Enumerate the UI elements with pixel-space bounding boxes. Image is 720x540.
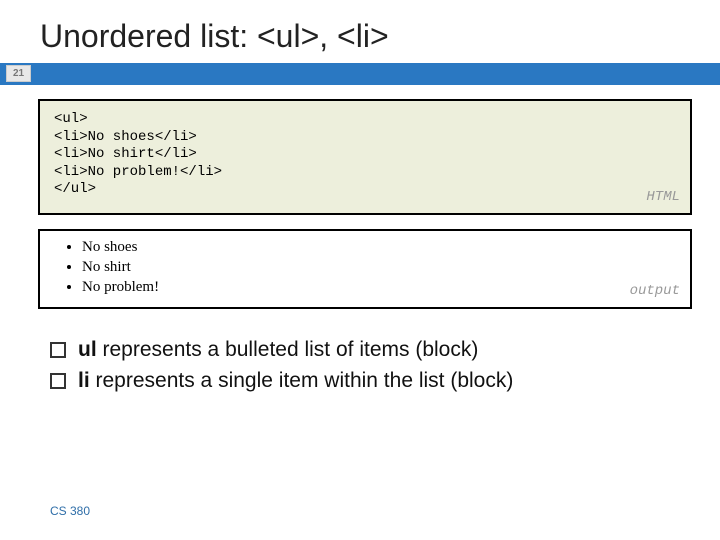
notes-section: ul represents a bulleted list of items (… — [50, 335, 692, 396]
list-item: No shoes — [82, 237, 676, 257]
code-box-label: HTML — [646, 189, 680, 205]
output-box-label: output — [630, 283, 680, 299]
note-text-2: li represents a single item within the l… — [78, 366, 513, 396]
list-item: No shirt — [82, 257, 676, 277]
slide-title: Unordered list: <ul>, <li> — [0, 0, 720, 63]
accent-bar: 21 — [0, 63, 720, 85]
code-box: <ul> <li>No shoes</li> <li>No shirt</li>… — [38, 99, 692, 215]
output-box: No shoes No shirt No problem! output — [38, 229, 692, 310]
note-line-1: ul represents a bulleted list of items (… — [50, 335, 692, 365]
output-list: No shoes No shirt No problem! — [54, 237, 676, 298]
square-bullet-icon — [50, 342, 66, 358]
note-line-2: li represents a single item within the l… — [50, 366, 692, 396]
square-bullet-icon — [50, 373, 66, 389]
footer-course-code: CS 380 — [50, 504, 90, 518]
code-content: <ul> <li>No shoes</li> <li>No shirt</li>… — [54, 111, 676, 199]
page-number-badge: 21 — [6, 65, 31, 82]
list-item: No problem! — [82, 277, 676, 297]
note-text-1: ul represents a bulleted list of items (… — [78, 335, 478, 365]
